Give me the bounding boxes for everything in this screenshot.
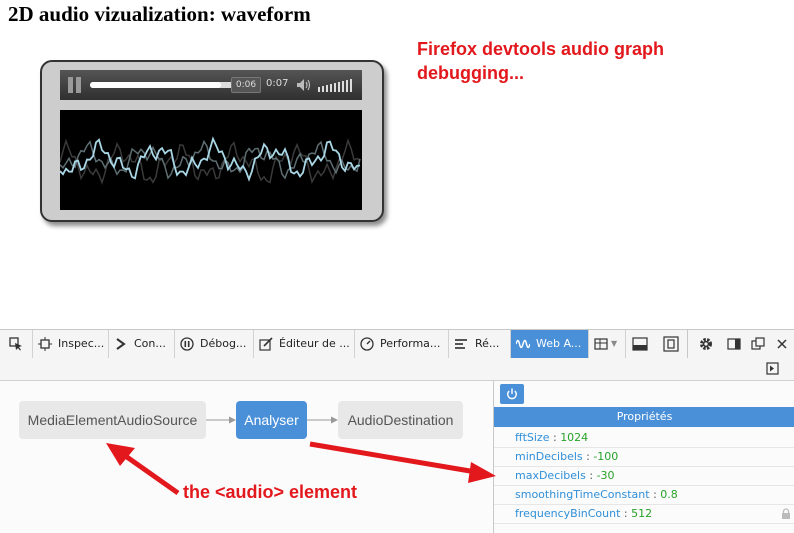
tab-label: Performa... (380, 337, 441, 350)
tab-label: Ré... (475, 337, 500, 350)
split-console-icon[interactable] (632, 336, 648, 352)
tab-performance[interactable]: Performa... (355, 330, 449, 358)
picker-icon (9, 337, 22, 351)
toggle-sidebar-icon[interactable] (766, 362, 779, 375)
devtools-toolbar: Inspec... Con... Débog... Éditeur de ...… (0, 329, 794, 359)
toolbar-divider (687, 330, 688, 358)
grid-icon (594, 338, 608, 350)
seek-bar[interactable]: 0:06 (90, 77, 261, 93)
property-row[interactable]: maxDecibels : -30 (494, 466, 794, 486)
property-value: 1024 (560, 431, 589, 444)
annotation-devtools: Firefox devtools audio graph debugging..… (417, 39, 665, 83)
properties-header: Propriétés (494, 407, 794, 427)
current-time: 0:07 (266, 78, 289, 89)
volume-icon[interactable] (296, 78, 312, 92)
page-title: 2D audio vizualization: waveform (8, 2, 311, 26)
network-icon (455, 339, 467, 349)
tab-web-audio[interactable]: Web A... (511, 330, 589, 358)
tab-style-editor[interactable]: Éditeur de ... (254, 330, 355, 358)
graph-edges (206, 416, 338, 424)
panel-subbar (0, 358, 794, 381)
edge-arrowhead (229, 416, 236, 424)
responsive-design-icon[interactable] (663, 336, 679, 352)
chevron-down-icon: ▼ (611, 339, 618, 348)
lock-icon (782, 508, 790, 519)
property-row[interactable]: frequencyBinCount : 512 (494, 504, 794, 524)
style-editor-icon (259, 337, 273, 351)
power-button[interactable] (500, 384, 524, 404)
seek-bar-progress (90, 82, 222, 88)
volume-slider[interactable] (316, 78, 356, 92)
property-value: 512 (631, 507, 653, 520)
tab-label: Inspec... (58, 337, 105, 350)
property-key: minDecibels (515, 450, 583, 463)
property-row[interactable]: fftSize : 1024 (494, 428, 794, 448)
tab-console[interactable]: Con... (109, 330, 175, 358)
undock-window-icon[interactable] (750, 336, 766, 352)
property-key: frequencyBinCount (515, 507, 621, 520)
tab-debugger[interactable]: Débog... (175, 330, 254, 358)
property-value: 0.8 (660, 488, 678, 501)
audio-graph: MediaElementAudioSource Analyser AudioDe… (0, 381, 493, 533)
tab-inspector[interactable]: Inspec... (33, 330, 109, 358)
properties-panel: Propriétés fftSize : 1024 minDecibels : … (493, 381, 794, 533)
power-icon (507, 388, 517, 400)
property-key: fftSize (515, 431, 550, 444)
annotation-audio-element: the <audio> element (183, 482, 358, 502)
waveform-canvas (60, 110, 362, 210)
close-icon[interactable] (774, 336, 790, 352)
property-value: -100 (593, 450, 619, 463)
inspector-icon (38, 337, 52, 351)
tab-label: Con... (134, 337, 166, 350)
web-audio-wave-icon (516, 339, 530, 349)
performance-icon (360, 337, 374, 351)
debugger-pause-icon (180, 337, 194, 351)
edge-arrowhead (331, 416, 338, 424)
more-tools-dropdown[interactable]: ▼ (589, 330, 626, 358)
dock-side-icon[interactable] (726, 336, 742, 352)
element-picker-button[interactable] (0, 330, 33, 358)
pause-icon[interactable] (68, 77, 82, 93)
gear-icon[interactable] (698, 336, 714, 352)
tab-network[interactable]: Ré... (449, 330, 511, 358)
player-controls: 0:06 0:07 (60, 70, 362, 100)
property-key: maxDecibels (515, 469, 586, 482)
property-key: smoothingTimeConstant (515, 488, 650, 501)
seek-tooltip: 0:06 (231, 77, 261, 93)
tab-label: Débog... (200, 337, 247, 350)
tab-label: Web A... (536, 337, 582, 350)
property-value: -30 (596, 469, 615, 482)
audio-player: 0:06 0:07 (40, 60, 384, 222)
tab-label: Éditeur de ... (279, 337, 350, 350)
property-row[interactable]: minDecibels : -100 (494, 447, 794, 467)
console-icon (116, 338, 126, 350)
property-row[interactable]: smoothingTimeConstant : 0.8 (494, 485, 794, 505)
